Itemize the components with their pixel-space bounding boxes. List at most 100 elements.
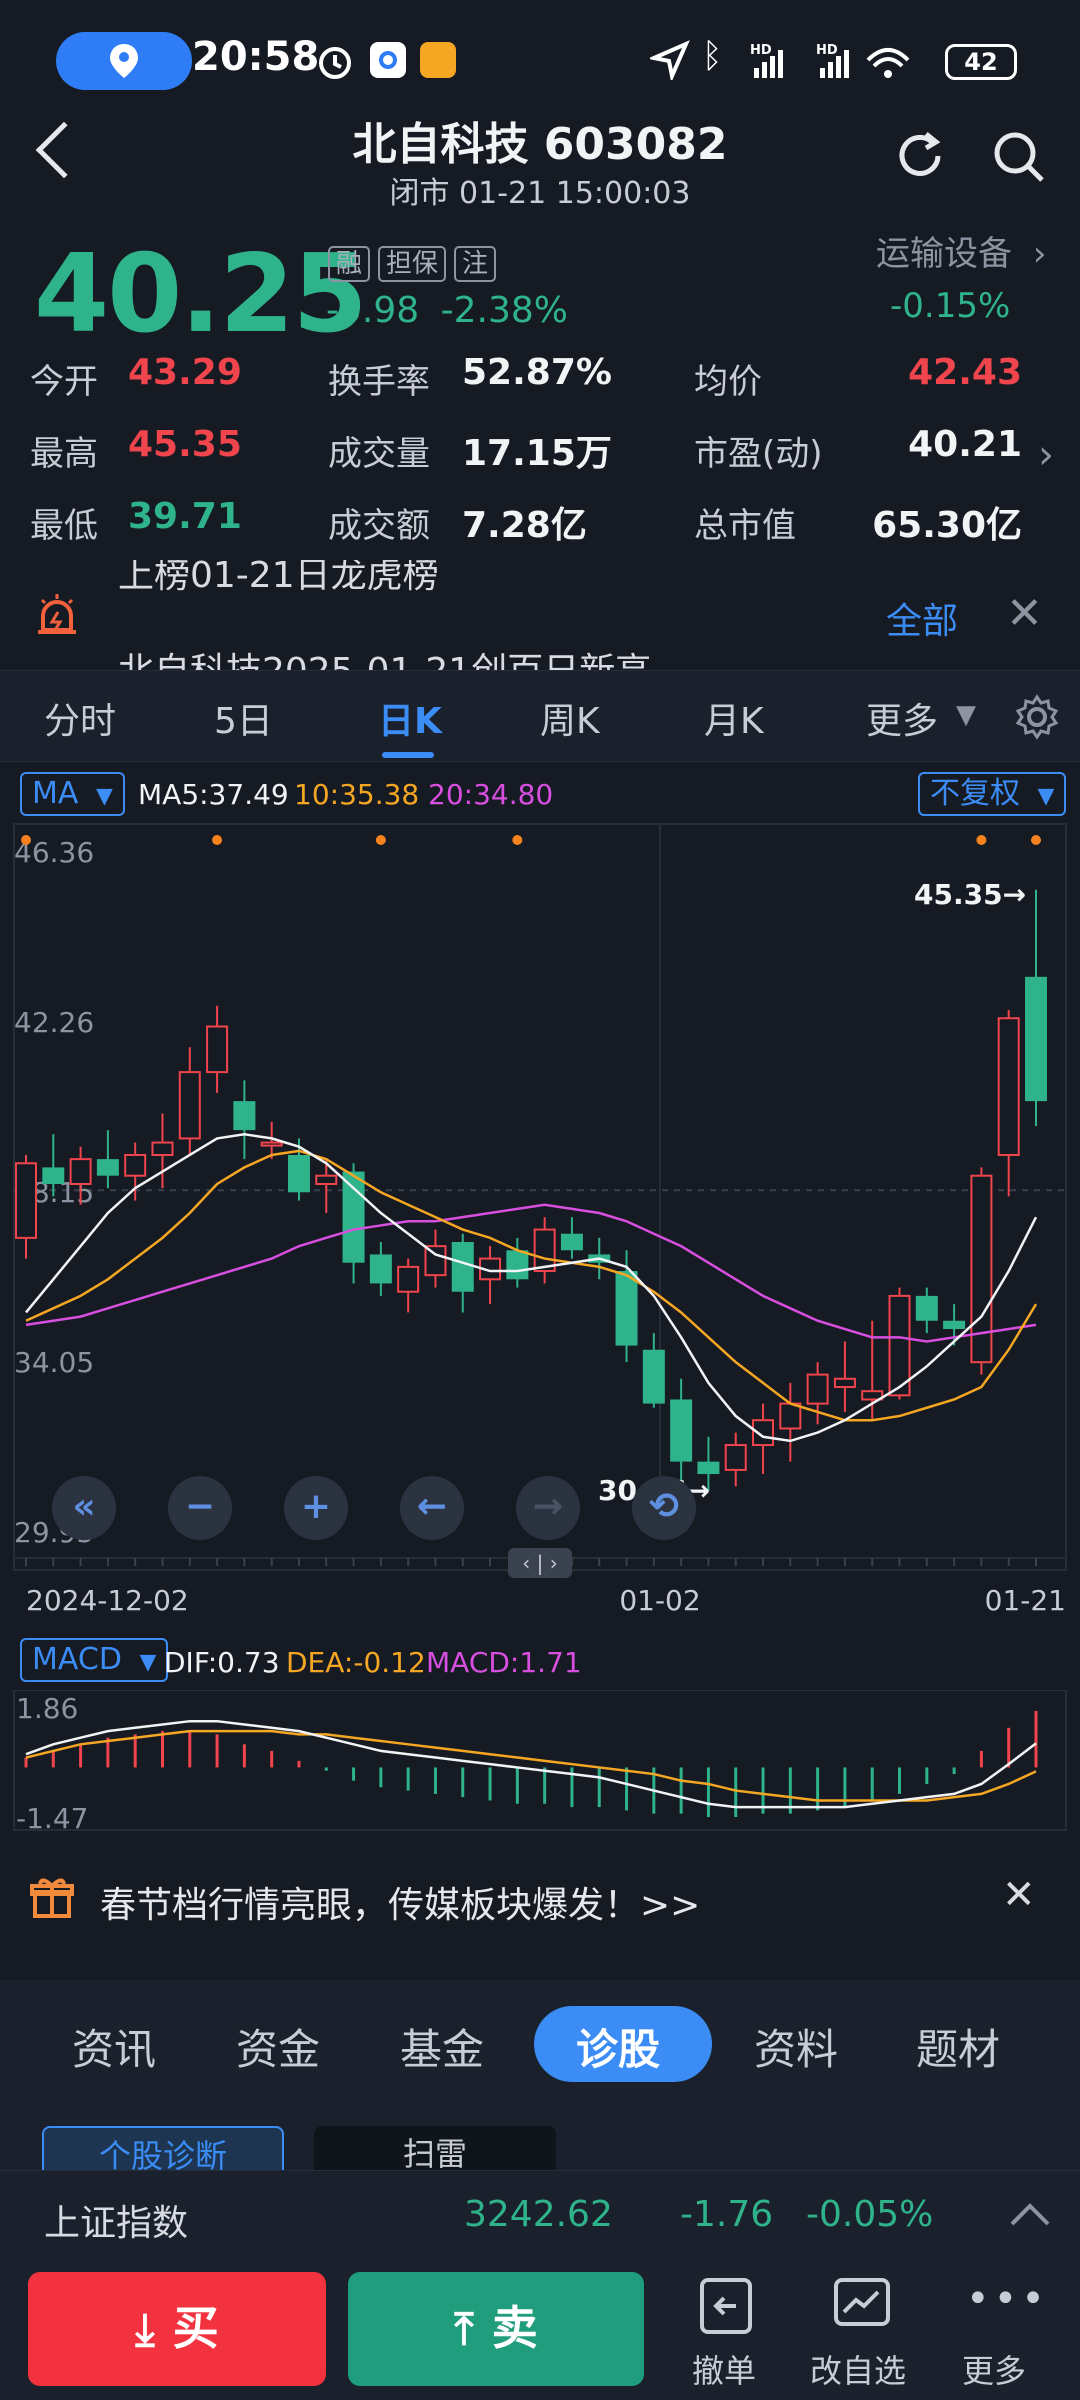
info-tab[interactable]: 资金 xyxy=(236,2016,320,2077)
caret-down-icon: ▼ xyxy=(1037,784,1055,809)
candle-body xyxy=(806,1373,829,1405)
margin-tag: 融 xyxy=(328,246,371,282)
location-pin-icon xyxy=(110,44,138,78)
sector-change: -0.15% xyxy=(890,286,1011,326)
candle-body xyxy=(724,1444,747,1471)
stat-label: 最高 xyxy=(30,434,98,474)
sector-link[interactable]: 运输设备 › xyxy=(876,226,1046,275)
dea-value: DEA:-0.12 xyxy=(286,1646,426,1679)
app-notification-icon xyxy=(370,42,406,78)
close-icon[interactable]: ✕ xyxy=(1002,1872,1036,1918)
sell-button[interactable]: ⤒ 卖 xyxy=(348,2272,644,2386)
chart-tab[interactable]: 周K xyxy=(540,692,600,744)
zoom-out-button[interactable]: − xyxy=(168,1476,232,1540)
candle-body xyxy=(997,1017,1020,1156)
location-pill[interactable] xyxy=(56,32,192,90)
alert-line-top: 上榜01-21日龙虎榜 xyxy=(118,560,439,596)
candle-body xyxy=(260,1141,283,1147)
chart-tab[interactable]: 更多 xyxy=(866,692,938,744)
collateral-tag: 担保 xyxy=(378,246,447,282)
chevron-right-icon[interactable]: › xyxy=(1038,432,1054,478)
info-tab[interactable]: 题材 xyxy=(916,2016,1000,2077)
event-marker xyxy=(976,835,987,845)
alarm-icon xyxy=(319,47,351,79)
battery-indicator: 42 xyxy=(945,44,1017,80)
cancel-order-label[interactable]: 撤单 xyxy=(692,2346,756,2392)
zoom-in-button[interactable]: + xyxy=(284,1476,348,1540)
stat-label: 成交额 xyxy=(328,506,430,546)
ma5-value: MA5:37.49 xyxy=(138,778,289,811)
macd-chart[interactable]: 1.86 -1.47 xyxy=(0,1690,1080,1835)
index-name: 上证指数 xyxy=(44,2203,189,2244)
candle-body xyxy=(151,1141,174,1156)
candle-body xyxy=(943,1320,966,1330)
chart-tab[interactable]: 分时 xyxy=(44,692,116,744)
adjust-selector[interactable]: 不复权 ▼ xyxy=(918,772,1067,816)
event-marker xyxy=(212,835,223,845)
macd-y-tick-label: 1.86 xyxy=(16,1692,78,1725)
candle-body xyxy=(1025,976,1047,1102)
y-tick-label: 34.05 xyxy=(14,1346,94,1379)
x-tick-label: 01-02 xyxy=(619,1584,700,1617)
candle-body xyxy=(178,1071,201,1140)
info-tab[interactable]: 基金 xyxy=(400,2016,484,2077)
refresh-icon[interactable] xyxy=(892,128,948,184)
stat-value: 65.30亿 xyxy=(872,505,1022,546)
buy-button[interactable]: ⤓ 买 xyxy=(28,2272,326,2386)
sector-name: 运输设备 xyxy=(876,234,1012,274)
macd-indicator-label: MACD xyxy=(32,1642,122,1677)
chart-frame xyxy=(13,823,1067,1571)
alarm-bell-icon xyxy=(38,594,76,634)
candle-body xyxy=(833,1377,856,1389)
index-change-percent: -0.05% xyxy=(806,2194,934,2235)
chevron-up-icon[interactable] xyxy=(1008,2200,1052,2228)
candle-body xyxy=(206,1025,229,1074)
chart-tab[interactable]: 5日 xyxy=(214,692,273,744)
scroll-left-button[interactable]: ← xyxy=(400,1476,464,1540)
stat-value: 17.15万 xyxy=(462,433,612,474)
reset-chart-button[interactable]: ⟲ xyxy=(632,1476,696,1540)
info-tab[interactable]: 资料 xyxy=(754,2016,838,2077)
candle-body xyxy=(342,1171,365,1263)
event-marker xyxy=(1031,835,1041,845)
close-icon[interactable]: ✕ xyxy=(1006,588,1043,639)
zoom-out-far-button[interactable]: « xyxy=(52,1476,116,1540)
more-dots-icon[interactable]: ••• xyxy=(966,2276,1049,2322)
candle-body xyxy=(615,1271,638,1346)
info-tab[interactable]: 诊股 xyxy=(576,2016,660,2077)
candle-body xyxy=(69,1158,92,1185)
signal-icon: HD HD xyxy=(750,43,910,78)
stat-label: 成交量 xyxy=(328,434,430,474)
adjust-label: 不复权 xyxy=(930,776,1020,811)
chevron-right-icon: › xyxy=(1032,234,1047,274)
status-bar: 20:58 ᛒ HD HD 42 xyxy=(0,0,1080,120)
ma-indicator-selector[interactable]: MA ▼ xyxy=(20,772,125,816)
all-alerts-link[interactable]: 全部 xyxy=(886,592,958,644)
candle-body xyxy=(287,1154,310,1193)
index-value: 3242.62 xyxy=(464,2194,613,2235)
settings-gear-icon[interactable] xyxy=(1014,694,1060,740)
candle-body xyxy=(15,1162,37,1239)
drag-handle-icon: ‹ | › xyxy=(522,1551,557,1575)
promo-text[interactable]: 春节档行情亮眼，传媒板块爆发！>> xyxy=(100,1876,700,1928)
chart-tab[interactable]: 日K xyxy=(378,692,442,744)
caret-down-icon: ▼ xyxy=(956,700,976,730)
more-label[interactable]: 更多 xyxy=(962,2346,1026,2392)
chart-tab[interactable]: 月K xyxy=(704,692,764,744)
info-tab[interactable]: 资讯 xyxy=(72,2016,156,2077)
macd-y-tick-label: -1.47 xyxy=(16,1802,88,1835)
dea-line xyxy=(25,1729,1037,1802)
edit-watchlist-icon[interactable] xyxy=(832,2276,892,2336)
candle-body xyxy=(124,1153,147,1177)
macd-indicator-selector[interactable]: MACD ▼ xyxy=(20,1638,169,1682)
cancel-order-icon[interactable] xyxy=(696,2276,756,2336)
candle-body xyxy=(642,1349,665,1404)
stat-label: 换手率 xyxy=(328,362,430,402)
candle-body xyxy=(560,1233,583,1251)
sell-label: 卖 xyxy=(491,2301,538,2355)
alert-line-bottom: 北自科技2025-01-21创百日新高 xyxy=(118,642,651,670)
search-icon[interactable] xyxy=(990,128,1048,186)
dif-line xyxy=(25,1719,1037,1809)
edit-watchlist-label[interactable]: 改自选 xyxy=(810,2346,906,2392)
scroll-right-button[interactable]: → xyxy=(516,1476,580,1540)
